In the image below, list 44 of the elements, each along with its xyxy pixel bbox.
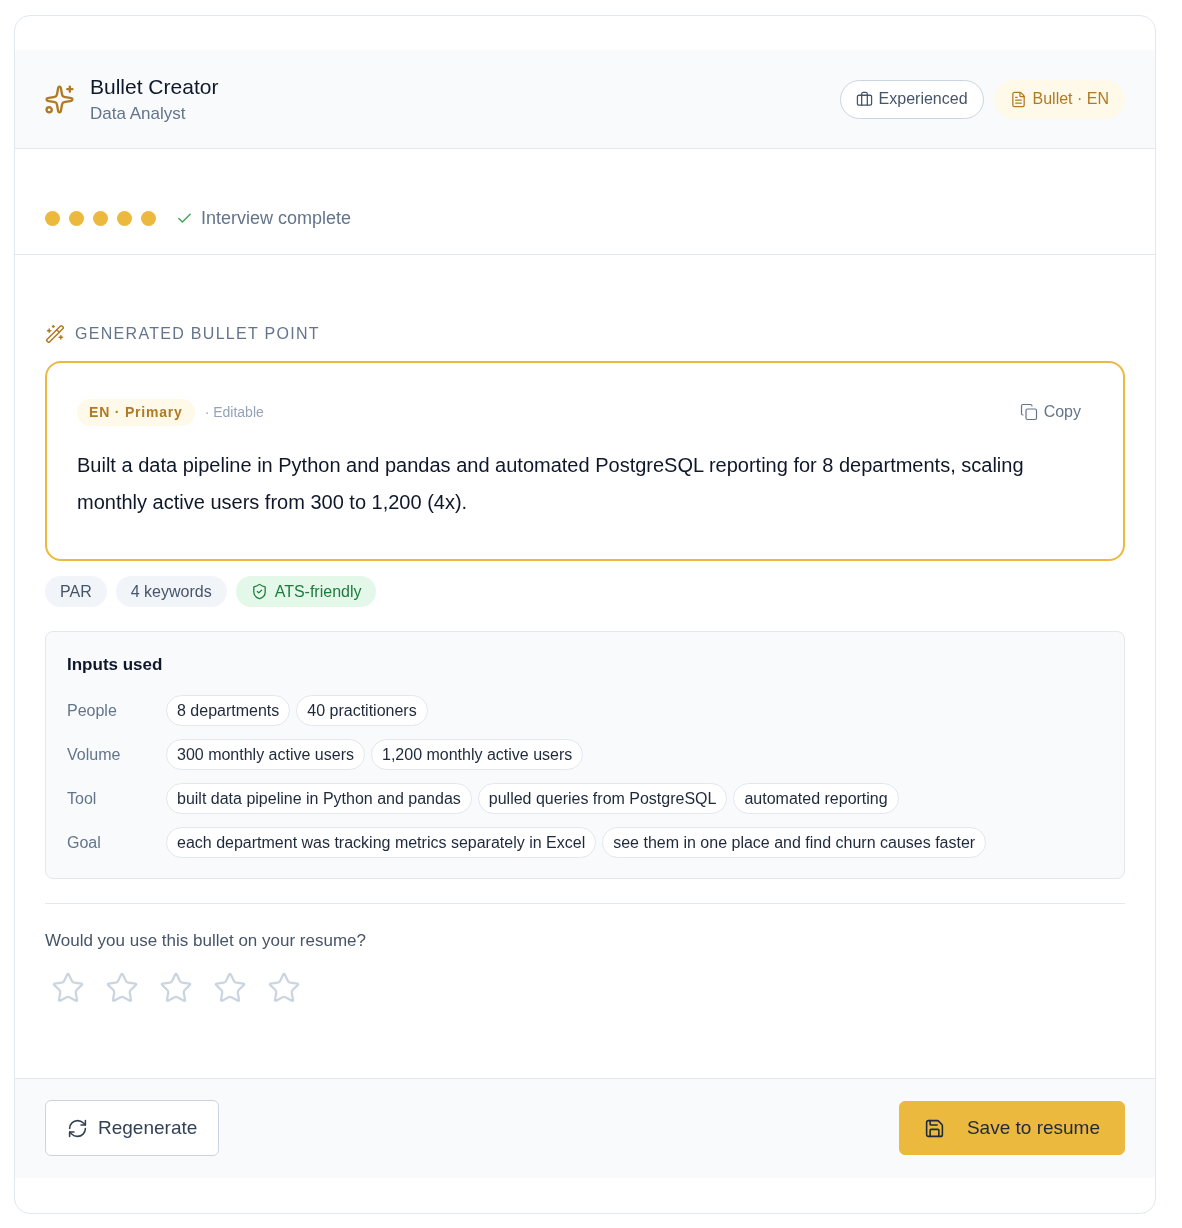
star-icon[interactable] [51, 971, 85, 1005]
star-icon[interactable] [105, 971, 139, 1005]
mode-badge: Bullet · EN [993, 79, 1125, 119]
bullet-card[interactable]: EN · Primary · Editable Copy Built a data pipeline in Python and pandas and automated PostgreSQL reporting for 8 departments, scaling monthly active users from 300 to 1,200 (4x). [45, 361, 1125, 561]
copy-icon [1019, 403, 1038, 421]
inputs-title: Inputs used [67, 655, 164, 675]
save-icon [923, 1117, 945, 1139]
input-chip: automated reporting [733, 783, 899, 814]
level-badge: Experienced [839, 79, 984, 119]
bullet-text: Built a data pipeline in Python and pandas and automated PostgreSQL reporting for 8 departments, scaling monthly active users from 300 to 1,200 (4x). [77, 453, 1025, 515]
briefcase-icon [855, 90, 873, 108]
input-chip: built data pipeline in Python and pandas [166, 783, 472, 814]
magic-wand-icon [45, 324, 65, 344]
star-icon[interactable] [267, 971, 301, 1005]
input-chip: 40 practitioners [296, 695, 428, 726]
role-subtitle: Data Analyst [90, 102, 187, 125]
refresh-icon [67, 1117, 88, 1139]
editable-note: · Editable [204, 404, 264, 420]
ats-badge: ATS-friendly [235, 576, 377, 607]
document-icon [1009, 90, 1027, 108]
copy-button[interactable]: Copy [1019, 403, 1081, 421]
section-heading: GENERATED BULLET POINT [75, 325, 320, 343]
app-title: Bullet Creator [90, 73, 219, 100]
input-chip: each department was tracking metrics separately in Excel [166, 827, 597, 858]
tag-badge: 4 keywords [115, 576, 227, 607]
language-badge: EN · Primary [77, 398, 195, 426]
input-chip: 1,200 monthly active users [371, 739, 584, 770]
shield-check-icon [250, 583, 268, 600]
sparkles-icon [44, 83, 75, 115]
star-icon[interactable] [159, 971, 193, 1005]
input-chip: pulled queries from PostgreSQL [477, 783, 728, 814]
input-label: Volume [67, 745, 122, 764]
input-chip: see them in one place and find churn causes faster [602, 827, 987, 858]
input-label: Goal [67, 833, 102, 852]
input-label: People [67, 701, 118, 720]
save-button[interactable]: Save to resume [898, 1101, 1125, 1155]
tag-badge: PAR [45, 576, 107, 607]
input-chip: 300 monthly active users [166, 739, 365, 770]
input-chip: 8 departments [166, 695, 291, 726]
status-text: Interview complete [201, 207, 352, 229]
star-icon[interactable] [213, 971, 247, 1005]
rating-question: Would you use this bullet on your resume? [45, 930, 367, 952]
input-label: Tool [67, 789, 98, 808]
regenerate-button[interactable]: Regenerate [45, 1100, 220, 1156]
